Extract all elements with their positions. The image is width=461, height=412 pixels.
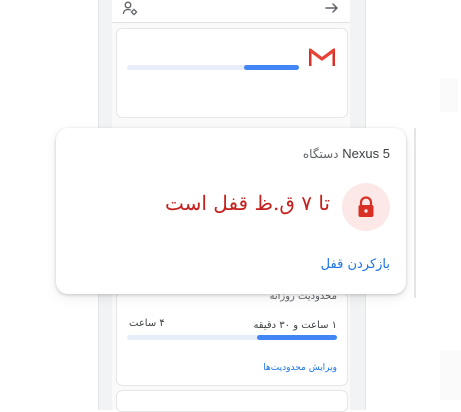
daily-limit-bar-fill <box>257 335 337 340</box>
app-usage-bar-fill <box>243 65 299 70</box>
device-prefix: دستگاه <box>302 147 339 161</box>
lock-badge <box>342 183 390 231</box>
app-usage-card[interactable] <box>116 28 348 118</box>
background-panel <box>440 78 458 112</box>
limit-time: ۴ ساعت <box>129 318 165 329</box>
gmail-icon <box>309 48 335 66</box>
locked-until-title: تا ۷ ق.ظ قفل است <box>164 191 330 215</box>
next-card <box>116 390 348 412</box>
device-lock-card: Nexus 5 دستگاه تا ۷ ق.ظ قفل است بازکردن … <box>56 128 406 294</box>
top-app-bar <box>112 0 350 23</box>
arrow-forward-icon[interactable] <box>324 0 340 16</box>
daily-limit-bar <box>127 335 337 340</box>
unlock-button[interactable]: بازکردن قفل <box>321 257 390 272</box>
lock-icon <box>358 196 374 217</box>
daily-limit-card[interactable]: محدودیت روزانه ۱ ساعت و ۳۰ دقیقه ۴ ساعت … <box>116 291 348 386</box>
background-divider <box>414 128 416 298</box>
device-name: Nexus 5 <box>342 146 390 161</box>
used-time: ۱ ساعت و ۳۰ دقیقه <box>253 320 337 331</box>
edit-limits-link[interactable]: ویرایش محدودیت‌ها <box>263 363 337 373</box>
device-name-line: Nexus 5 دستگاه <box>303 146 390 161</box>
app-usage-bar <box>127 65 299 70</box>
background-panel-lower <box>440 350 461 400</box>
user-settings-icon[interactable] <box>122 0 138 16</box>
